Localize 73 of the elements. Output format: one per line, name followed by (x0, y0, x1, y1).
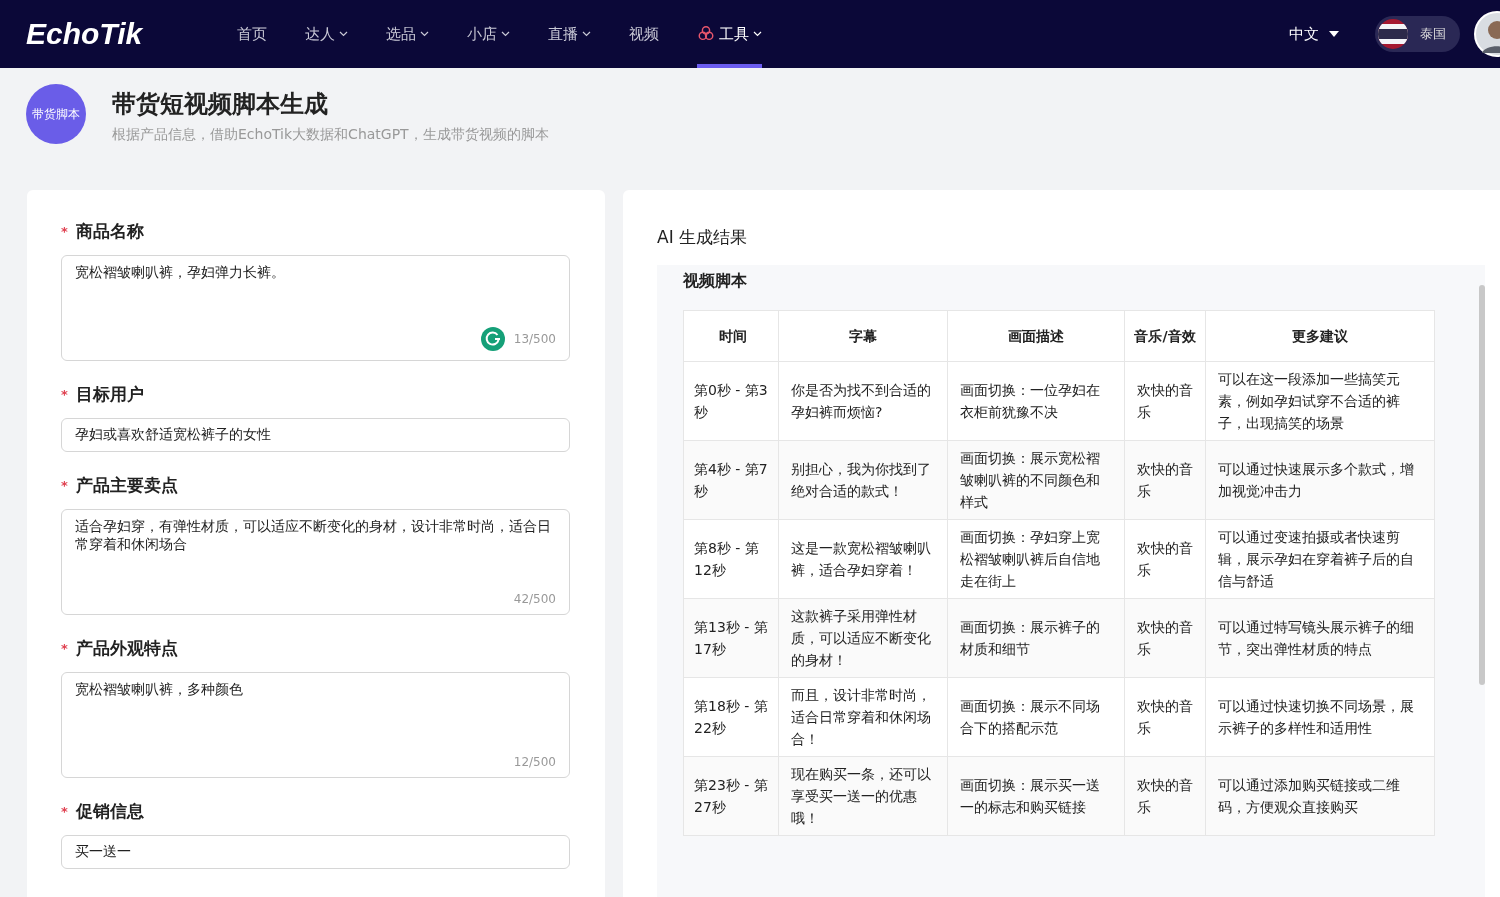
column-header: 时间 (683, 310, 779, 362)
required-mark: * (61, 387, 68, 402)
table-cell: 这是一款宽松褶皱喇叭裤，适合孕妇穿着！ (778, 519, 948, 599)
char-counter: 12/500 (513, 755, 556, 769)
required-mark: * (61, 641, 68, 656)
table-cell: 画面切换：展示买一送一的标志和购买链接 (947, 756, 1125, 836)
char-counter: 42/500 (513, 592, 556, 606)
table-cell: 可以通过快速展示多个款式，增加视觉冲击力 (1205, 440, 1435, 520)
field-label: 产品主要卖点 (75, 474, 178, 497)
table-cell: 可以通过特写镜头展示裤子的细节，突出弹性材质的特点 (1205, 598, 1435, 678)
input-field[interactable]: 买一送一 (61, 835, 570, 869)
field-label: 目标用户 (75, 383, 144, 406)
table-cell: 别担心，我为你找到了绝对合适的款式！ (778, 440, 948, 520)
script-heading: 视频脚本 (683, 271, 748, 292)
language-select[interactable]: 中文 (1283, 23, 1345, 45)
field-label: 商品名称 (75, 220, 144, 243)
nav-item[interactable]: 小店 (467, 0, 510, 68)
caret-icon (1329, 31, 1339, 37)
table-cell: 第0秒 - 第3秒 (683, 361, 779, 441)
field-label: 产品外观特点 (75, 637, 178, 660)
table-cell: 可以通过变速拍摄或者快速剪辑，展示孕妇在穿着裤子后的自信与舒适 (1205, 519, 1435, 599)
nav-item[interactable]: 首页 (237, 0, 267, 68)
refresh-icon[interactable] (479, 326, 506, 352)
column-header: 画面描述 (947, 310, 1125, 362)
knot-icon (697, 25, 715, 43)
column-header: 字幕 (778, 310, 948, 362)
input-field[interactable]: 孕妇或喜欢舒适宽松裤子的女性 (61, 418, 570, 452)
table-cell: 第13秒 - 第17秒 (683, 598, 779, 678)
nav-item[interactable]: 工具 (697, 0, 762, 68)
nav-item[interactable]: 直播 (548, 0, 591, 68)
table-cell: 第23秒 - 第27秒 (683, 756, 779, 836)
table-cell: 这款裤子采用弹性材质，可以适应不断变化的身材！ (778, 598, 948, 678)
section-title: AI 生成结果 (657, 226, 749, 249)
table-cell: 可以在这一段添加一些搞笑元素，例如孕妇试穿不合适的裤子，出现搞笑的场景 (1205, 361, 1435, 441)
table-cell: 第18秒 - 第22秒 (683, 677, 779, 757)
char-counter: 13/500 (513, 332, 556, 346)
table-cell: 欢快的音乐 (1124, 519, 1206, 599)
required-mark: * (61, 804, 68, 819)
region-select[interactable]: 泰国 (1375, 16, 1460, 52)
scrollbar[interactable] (1479, 285, 1485, 685)
nav-item[interactable]: 达人 (305, 0, 348, 68)
text-area[interactable]: 适合孕妇穿，有弹性材质，可以适应不断变化的身材，设计非常时尚，适合日常穿着和休闲场合 42/500 (61, 509, 570, 615)
table-cell: 画面切换：展示裤子的材质和细节 (947, 598, 1125, 678)
table-cell: 欢快的音乐 (1124, 677, 1206, 757)
column-header: 音乐/音效 (1124, 310, 1206, 362)
text-area[interactable]: 宽松褶皱喇叭裤，多种颜色 12/500 (61, 672, 570, 778)
table-cell: 欢快的音乐 (1124, 361, 1206, 441)
table-cell: 欢快的音乐 (1124, 756, 1206, 836)
table-cell: 你是否为找不到合适的孕妇裤而烦恼? (778, 361, 948, 441)
column-header: 更多建议 (1205, 310, 1435, 362)
table-cell: 第4秒 - 第7秒 (683, 440, 779, 520)
table-cell: 欢快的音乐 (1124, 598, 1206, 678)
table-cell: 第8秒 - 第12秒 (683, 519, 779, 599)
table-cell: 而且，设计非常时尚，适合日常穿着和休闲场合！ (778, 677, 948, 757)
table-cell: 欢快的音乐 (1124, 440, 1206, 520)
table-cell: 画面切换：一位孕妇在衣柜前犹豫不决 (947, 361, 1125, 441)
flag-icon (1378, 19, 1408, 49)
table-cell: 画面切换：展示宽松褶皱喇叭裤的不同颜色和样式 (947, 440, 1125, 520)
nav-item[interactable]: 视频 (629, 0, 659, 68)
nav-item[interactable]: 选品 (386, 0, 429, 68)
logo[interactable]: EchoTik (26, 17, 237, 51)
required-mark: * (61, 224, 68, 239)
required-mark: * (61, 478, 68, 493)
text-area[interactable]: 宽松褶皱喇叭裤，孕妇弹力长裤。 13/500 (61, 255, 570, 361)
page-subtitle: 根据产品信息，借助EchoTik大数据和ChatGPT，生成带货视频的脚本 (112, 126, 549, 144)
field-label: 促销信息 (75, 800, 144, 823)
table-cell: 画面切换：展示不同场合下的搭配示范 (947, 677, 1125, 757)
page-badge: 带货脚本 (26, 84, 86, 144)
table-cell: 可以通过快速切换不同场景，展示裤子的多样性和适用性 (1205, 677, 1435, 757)
table-cell: 现在购买一条，还可以享受买一送一的优惠哦！ (778, 756, 948, 836)
table-cell: 画面切换：孕妇穿上宽松褶皱喇叭裤后自信地走在街上 (947, 519, 1125, 599)
table-cell: 可以通过添加购买链接或二维码，方便观众直接购买 (1205, 756, 1435, 836)
page-title: 带货短视频脚本生成 (112, 89, 329, 120)
